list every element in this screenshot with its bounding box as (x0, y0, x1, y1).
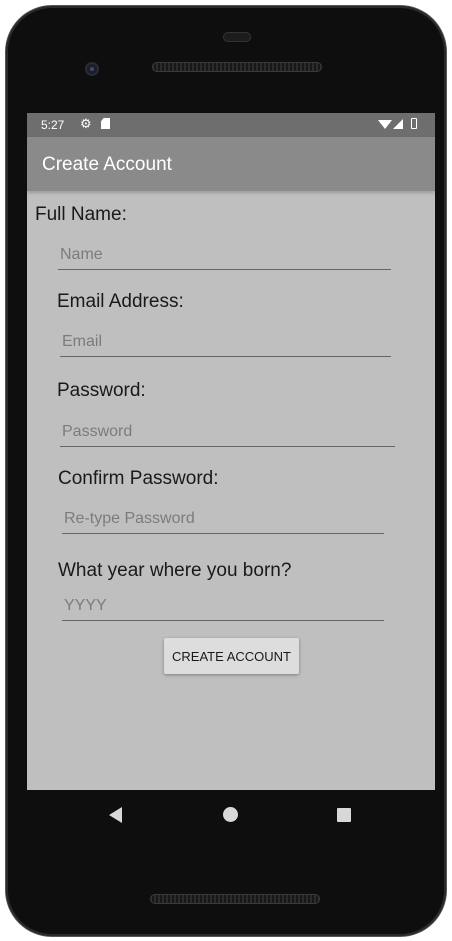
birth-year-label: What year where you born? (58, 560, 292, 581)
email-label: Email Address: (57, 291, 184, 312)
confirm-password-input[interactable] (64, 506, 382, 532)
gear-icon: ⚙ (80, 116, 92, 131)
recents-icon[interactable] (337, 808, 351, 822)
home-icon[interactable] (223, 807, 238, 822)
wifi-icon (378, 120, 392, 129)
status-time: 5:27 (41, 118, 65, 132)
password-field[interactable] (60, 419, 395, 447)
battery-icon (411, 118, 417, 129)
app-bar: Create Account (27, 137, 435, 191)
bottom-speaker-grille (150, 894, 320, 904)
email-field[interactable] (60, 329, 391, 357)
full-name-label: Full Name: (35, 204, 127, 225)
birth-year-field[interactable] (62, 593, 384, 621)
earpiece (223, 32, 251, 42)
app-screen: 5:27 ⚙ Create Account Full Name: Email A… (27, 113, 435, 790)
email-input[interactable] (62, 329, 389, 355)
front-camera (85, 62, 99, 76)
full-name-field[interactable] (58, 242, 391, 270)
confirm-password-field[interactable] (62, 506, 384, 534)
sd-card-icon (101, 118, 110, 129)
password-label: Password: (57, 380, 146, 401)
birth-year-input[interactable] (64, 593, 382, 619)
confirm-password-label: Confirm Password: (58, 468, 219, 489)
status-bar: 5:27 ⚙ (27, 113, 435, 137)
top-speaker-grille (152, 62, 322, 72)
create-account-button[interactable]: CREATE ACCOUNT (164, 638, 299, 674)
full-name-input[interactable] (60, 242, 389, 268)
password-input[interactable] (62, 419, 393, 445)
app-title: Create Account (42, 154, 172, 175)
signal-icon (393, 119, 403, 129)
back-icon[interactable] (109, 807, 122, 823)
